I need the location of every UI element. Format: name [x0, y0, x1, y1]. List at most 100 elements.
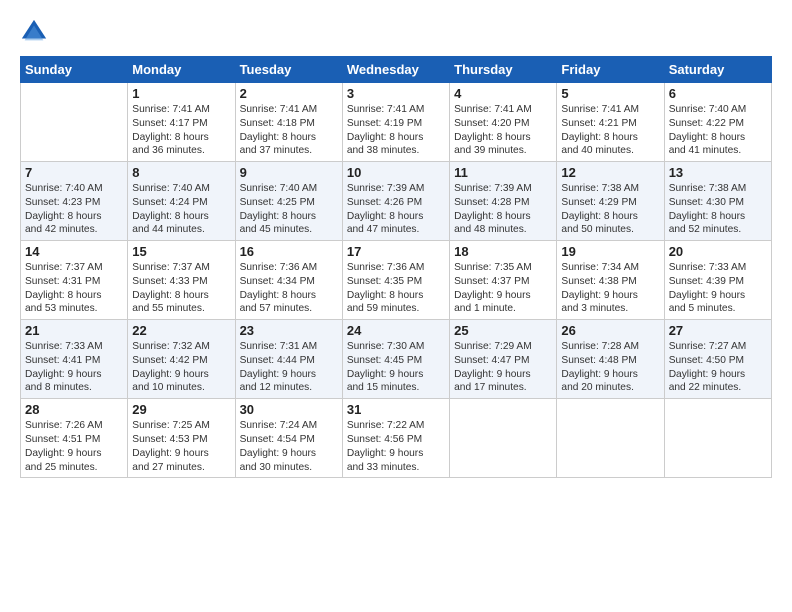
- week-row-4: 28Sunrise: 7:26 AM Sunset: 4:51 PM Dayli…: [21, 399, 772, 478]
- day-number: 9: [240, 165, 338, 180]
- calendar-cell: 4 Sunrise: 7:41 AM Sunset: 4:20 PM Daylig…: [450, 83, 557, 162]
- week-row-3: 21 Sunrise: 7:33 AM Sunset: 4:41 PM Dayli…: [21, 320, 772, 399]
- calendar-cell: 13 Sunrise: 7:38 AM Sunset: 4:30 PM Dayli…: [664, 162, 771, 241]
- day-number: 24: [347, 323, 445, 338]
- calendar-cell: 2Sunrise: 7:41 AM Sunset: 4:18 PM Daylig…: [235, 83, 342, 162]
- day-info: Sunrise: 7:35 AM Sunset: 4:37 PM Dayligh…: [454, 261, 552, 316]
- day-number: 27: [669, 323, 767, 338]
- day-info: Sunrise: 7:40 AM Sunset: 4:24 PM Dayligh…: [132, 182, 230, 237]
- calendar-cell: 5 Sunrise: 7:41 AM Sunset: 4:21 PM Daylig…: [557, 83, 664, 162]
- weekday-header-thursday: Thursday: [450, 57, 557, 83]
- calendar-cell: 24 Sunrise: 7:30 AM Sunset: 4:45 PM Dayli…: [342, 320, 449, 399]
- day-number: 23: [240, 323, 338, 338]
- day-info: Sunrise: 7:41 AM Sunset: 4:17 PM Dayligh…: [132, 103, 230, 158]
- calendar-cell: 22Sunrise: 7:32 AM Sunset: 4:42 PM Dayli…: [128, 320, 235, 399]
- day-info: Sunrise: 7:28 AM Sunset: 4:48 PM Dayligh…: [561, 340, 659, 395]
- calendar-cell: 14 Sunrise: 7:37 AM Sunset: 4:31 PM Dayli…: [21, 241, 128, 320]
- calendar-cell: 29 Sunrise: 7:25 AM Sunset: 4:53 PM Dayli…: [128, 399, 235, 478]
- weekday-header-row: SundayMondayTuesdayWednesdayThursdayFrid…: [21, 57, 772, 83]
- logo-icon: [20, 18, 48, 46]
- day-number: 26: [561, 323, 659, 338]
- logo: [20, 18, 50, 46]
- calendar-cell: 27 Sunrise: 7:27 AM Sunset: 4:50 PM Dayli…: [664, 320, 771, 399]
- day-number: 7: [25, 165, 123, 180]
- day-number: 4: [454, 86, 552, 101]
- week-row-2: 14 Sunrise: 7:37 AM Sunset: 4:31 PM Dayli…: [21, 241, 772, 320]
- day-info: Sunrise: 7:37 AM Sunset: 4:33 PM Dayligh…: [132, 261, 230, 316]
- day-number: 1: [132, 86, 230, 101]
- weekday-header-friday: Friday: [557, 57, 664, 83]
- calendar-cell: 3Sunrise: 7:41 AM Sunset: 4:19 PM Daylig…: [342, 83, 449, 162]
- day-number: 15: [132, 244, 230, 259]
- day-info: Sunrise: 7:25 AM Sunset: 4:53 PM Dayligh…: [132, 419, 230, 474]
- calendar-cell: 11 Sunrise: 7:39 AM Sunset: 4:28 PM Dayli…: [450, 162, 557, 241]
- day-info: Sunrise: 7:38 AM Sunset: 4:29 PM Dayligh…: [561, 182, 659, 237]
- calendar-cell: [21, 83, 128, 162]
- calendar-cell: 19 Sunrise: 7:34 AM Sunset: 4:38 PM Dayli…: [557, 241, 664, 320]
- weekday-header-tuesday: Tuesday: [235, 57, 342, 83]
- calendar-cell: 6Sunrise: 7:40 AM Sunset: 4:22 PM Daylig…: [664, 83, 771, 162]
- day-info: Sunrise: 7:41 AM Sunset: 4:18 PM Dayligh…: [240, 103, 338, 158]
- day-info: Sunrise: 7:30 AM Sunset: 4:45 PM Dayligh…: [347, 340, 445, 395]
- day-info: Sunrise: 7:40 AM Sunset: 4:23 PM Dayligh…: [25, 182, 123, 237]
- day-number: 10: [347, 165, 445, 180]
- day-info: Sunrise: 7:39 AM Sunset: 4:26 PM Dayligh…: [347, 182, 445, 237]
- calendar-cell: 7 Sunrise: 7:40 AM Sunset: 4:23 PM Daylig…: [21, 162, 128, 241]
- day-info: Sunrise: 7:41 AM Sunset: 4:20 PM Dayligh…: [454, 103, 552, 158]
- day-number: 19: [561, 244, 659, 259]
- weekday-header-saturday: Saturday: [664, 57, 771, 83]
- calendar-cell: [557, 399, 664, 478]
- week-row-1: 7 Sunrise: 7:40 AM Sunset: 4:23 PM Daylig…: [21, 162, 772, 241]
- calendar-cell: 16Sunrise: 7:36 AM Sunset: 4:34 PM Dayli…: [235, 241, 342, 320]
- page: SundayMondayTuesdayWednesdayThursdayFrid…: [0, 0, 792, 612]
- day-info: Sunrise: 7:41 AM Sunset: 4:21 PM Dayligh…: [561, 103, 659, 158]
- calendar-cell: 12 Sunrise: 7:38 AM Sunset: 4:29 PM Dayli…: [557, 162, 664, 241]
- calendar-cell: 17 Sunrise: 7:36 AM Sunset: 4:35 PM Dayli…: [342, 241, 449, 320]
- day-number: 20: [669, 244, 767, 259]
- calendar-cell: 8 Sunrise: 7:40 AM Sunset: 4:24 PM Daylig…: [128, 162, 235, 241]
- day-info: Sunrise: 7:33 AM Sunset: 4:39 PM Dayligh…: [669, 261, 767, 316]
- day-number: 31: [347, 402, 445, 417]
- calendar-cell: 21 Sunrise: 7:33 AM Sunset: 4:41 PM Dayli…: [21, 320, 128, 399]
- calendar-cell: 23 Sunrise: 7:31 AM Sunset: 4:44 PM Dayli…: [235, 320, 342, 399]
- calendar-cell: 28Sunrise: 7:26 AM Sunset: 4:51 PM Dayli…: [21, 399, 128, 478]
- day-info: Sunrise: 7:27 AM Sunset: 4:50 PM Dayligh…: [669, 340, 767, 395]
- calendar-cell: 20 Sunrise: 7:33 AM Sunset: 4:39 PM Dayli…: [664, 241, 771, 320]
- day-number: 12: [561, 165, 659, 180]
- day-info: Sunrise: 7:29 AM Sunset: 4:47 PM Dayligh…: [454, 340, 552, 395]
- header: [20, 18, 772, 46]
- calendar-cell: [664, 399, 771, 478]
- day-info: Sunrise: 7:37 AM Sunset: 4:31 PM Dayligh…: [25, 261, 123, 316]
- calendar-cell: 31Sunrise: 7:22 AM Sunset: 4:56 PM Dayli…: [342, 399, 449, 478]
- week-row-0: 1 Sunrise: 7:41 AM Sunset: 4:17 PM Daylig…: [21, 83, 772, 162]
- calendar-cell: 15 Sunrise: 7:37 AM Sunset: 4:33 PM Dayli…: [128, 241, 235, 320]
- day-info: Sunrise: 7:41 AM Sunset: 4:19 PM Dayligh…: [347, 103, 445, 158]
- day-number: 30: [240, 402, 338, 417]
- day-number: 25: [454, 323, 552, 338]
- calendar-cell: 18 Sunrise: 7:35 AM Sunset: 4:37 PM Dayli…: [450, 241, 557, 320]
- day-number: 29: [132, 402, 230, 417]
- day-number: 18: [454, 244, 552, 259]
- day-number: 11: [454, 165, 552, 180]
- calendar-cell: 9Sunrise: 7:40 AM Sunset: 4:25 PM Daylig…: [235, 162, 342, 241]
- day-number: 16: [240, 244, 338, 259]
- day-number: 14: [25, 244, 123, 259]
- calendar-cell: [450, 399, 557, 478]
- day-info: Sunrise: 7:33 AM Sunset: 4:41 PM Dayligh…: [25, 340, 123, 395]
- day-number: 8: [132, 165, 230, 180]
- day-number: 21: [25, 323, 123, 338]
- day-number: 17: [347, 244, 445, 259]
- day-info: Sunrise: 7:38 AM Sunset: 4:30 PM Dayligh…: [669, 182, 767, 237]
- day-info: Sunrise: 7:34 AM Sunset: 4:38 PM Dayligh…: [561, 261, 659, 316]
- day-number: 13: [669, 165, 767, 180]
- day-info: Sunrise: 7:36 AM Sunset: 4:35 PM Dayligh…: [347, 261, 445, 316]
- weekday-header-wednesday: Wednesday: [342, 57, 449, 83]
- day-number: 5: [561, 86, 659, 101]
- day-number: 22: [132, 323, 230, 338]
- calendar-cell: 1 Sunrise: 7:41 AM Sunset: 4:17 PM Daylig…: [128, 83, 235, 162]
- day-info: Sunrise: 7:39 AM Sunset: 4:28 PM Dayligh…: [454, 182, 552, 237]
- calendar-table: SundayMondayTuesdayWednesdayThursdayFrid…: [20, 56, 772, 478]
- weekday-header-sunday: Sunday: [21, 57, 128, 83]
- day-info: Sunrise: 7:24 AM Sunset: 4:54 PM Dayligh…: [240, 419, 338, 474]
- day-info: Sunrise: 7:31 AM Sunset: 4:44 PM Dayligh…: [240, 340, 338, 395]
